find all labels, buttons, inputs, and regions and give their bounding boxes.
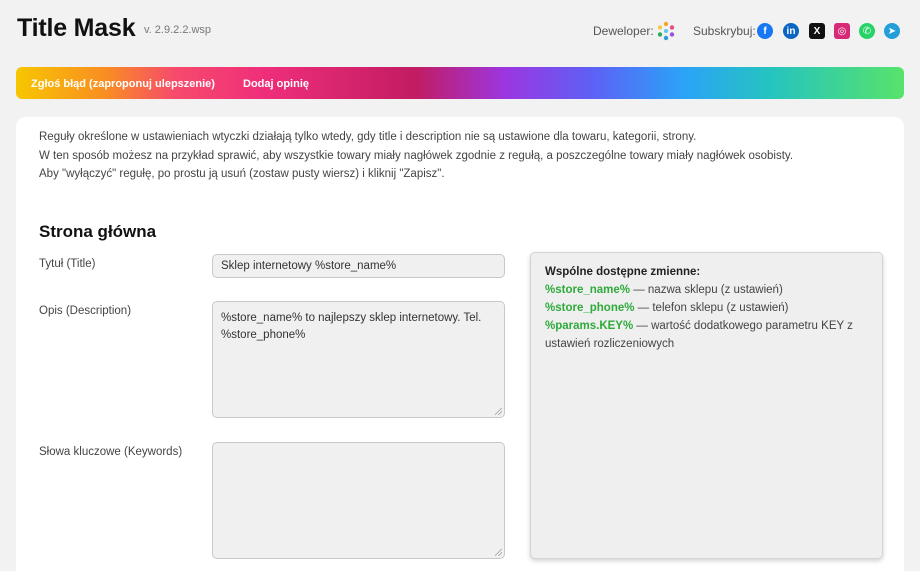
keywords-textarea[interactable] (212, 442, 505, 559)
description-textarea[interactable]: %store_name% to najlepszy sklep internet… (212, 301, 505, 418)
variables-box: Wspólne dostępne zmienne: %store_name% —… (530, 252, 883, 559)
x-icon[interactable]: X (809, 23, 825, 39)
linkedin-icon[interactable]: in (783, 23, 799, 39)
section-title: Strona główna (39, 222, 157, 241)
intro-line-1: Reguły określone w ustawieniach wtyczki … (39, 131, 697, 143)
variables-title: Wspólne dostępne zmienne: (545, 266, 701, 278)
developer-label: Deweloper: (593, 24, 654, 38)
description-text: %store_name% to najlepszy sklep internet… (221, 312, 482, 341)
variable-desc: — nazwa sklepu (z ustawień) (630, 284, 783, 296)
title-input[interactable]: Sklep internetowy %store_name% (212, 254, 505, 278)
variable-desc: — telefon sklepu (z ustawień) (634, 302, 789, 314)
instagram-icon[interactable]: ◎ (834, 23, 850, 39)
add-review-link[interactable]: Dodaj opinię (243, 78, 309, 90)
subscribe-label: Subskrybuj: (693, 24, 756, 38)
version-label: v. 2.9.2.2.wsp (144, 24, 212, 36)
resize-handle[interactable] (495, 549, 502, 556)
whatsapp-icon[interactable]: ✆ (859, 23, 875, 39)
intro-line-3: Aby "wyłączyć" regułę, po prostu ją usuń… (39, 168, 445, 180)
variable-item: %store_phone% — telefon sklepu (z ustawi… (545, 299, 868, 317)
keywords-field-label: Słowa kluczowe (Keywords) (39, 446, 183, 458)
header: Title Mask v. 2.9.2.2.wsp Deweloper: Sub… (0, 0, 920, 62)
description-field-label: Opis (Description) (39, 305, 132, 317)
variable-item: %params.KEY% — wartość dodatkowego param… (545, 317, 868, 353)
title-field-label: Tytuł (Title) (39, 258, 96, 270)
resize-handle[interactable] (495, 408, 502, 415)
variable-name: %params.KEY% (545, 320, 634, 332)
variable-name: %store_phone% (545, 302, 635, 314)
developer-logo-icon[interactable] (656, 21, 676, 41)
facebook-icon[interactable]: f (757, 23, 773, 39)
variable-item: %store_name% — nazwa sklepu (z ustawień) (545, 281, 868, 299)
intro-line-2: W ten sposób możesz na przykład sprawić,… (39, 150, 794, 162)
app-title: Title Mask (17, 14, 136, 42)
telegram-icon[interactable]: ➤ (884, 23, 900, 39)
report-bug-link[interactable]: Zgłoś błąd (zaproponuj ulepszenie) (31, 78, 215, 90)
variable-name: %store_name% (545, 284, 631, 296)
